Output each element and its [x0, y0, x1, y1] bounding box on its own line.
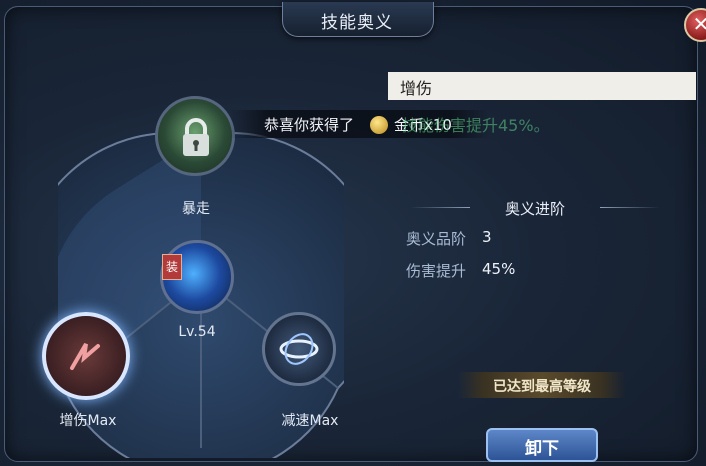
stat-key: 奥义品阶	[406, 230, 467, 248]
skill-label-left: 增伤Max	[59, 413, 117, 429]
toast-text: 恭喜你获得了	[264, 116, 355, 134]
detail-title: 增伤	[400, 79, 433, 98]
unequip-label: 卸下	[525, 439, 559, 459]
divider	[600, 207, 660, 208]
advance-title: 奥义进阶	[504, 200, 565, 218]
stat-key: 伤害提升	[406, 262, 467, 280]
skill-panel: 技能奥义 ✕ 暴走 装 Lv.54 增伤Max 减速Max 恭喜你获得了 金币x…	[0, 0, 706, 466]
detail-header	[388, 72, 696, 100]
red-slash-icon	[70, 342, 100, 370]
divider	[410, 207, 470, 208]
stat-value: 45%	[482, 260, 516, 278]
coin-icon	[370, 116, 388, 134]
skill-label-top: 暴走	[182, 201, 210, 217]
skill-level-label: Lv.54	[178, 324, 216, 340]
stat-value: 3	[482, 228, 492, 246]
window-title: 技能奥义	[321, 13, 393, 33]
max-level-text: 已达到最高等级	[493, 379, 591, 395]
spiral-icon	[279, 333, 319, 365]
equipped-badge: 装	[162, 254, 182, 280]
lock-icon	[183, 118, 209, 156]
skill-label-right: 减速Max	[281, 413, 339, 429]
detail-description: 技能伤害提升45%。	[402, 116, 550, 135]
